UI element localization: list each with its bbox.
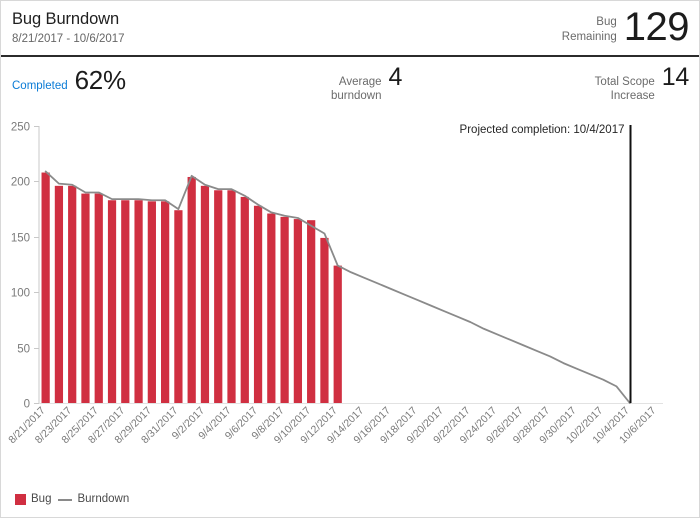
legend-swatch-icon xyxy=(15,493,26,505)
bug-remaining-metric: Bug Remaining 129 xyxy=(562,5,690,49)
bar[interactable] xyxy=(68,185,77,403)
bar[interactable] xyxy=(333,265,342,403)
legend-item-bug[interactable]: Bug xyxy=(15,493,51,505)
page-title: Bug Burndown xyxy=(12,10,120,28)
date-range-subtitle: 8/21/2017 - 10/6/2017 xyxy=(12,33,125,45)
bar[interactable] xyxy=(227,190,236,403)
chart-canvas: 0 50 100 150 200 250 Projected completion: 10/… xyxy=(6,122,663,447)
kpi-completed-label[interactable]: Completed xyxy=(12,79,75,93)
y-axis-tick-label: 0 xyxy=(24,399,30,411)
projected-completion-label: Projected completion: 10/4/2017 xyxy=(460,124,625,136)
y-axis-tick-label: 200 xyxy=(11,177,30,189)
bar[interactable] xyxy=(107,200,117,403)
x-axis-labels: 8/21/20178/23/20178/25/20178/27/20178/29… xyxy=(6,405,658,447)
chart-legend: Bug Burndown xyxy=(15,493,129,505)
bar[interactable] xyxy=(267,213,276,403)
bar[interactable] xyxy=(253,205,263,403)
bug-remaining-label-line1: Bug xyxy=(596,16,617,28)
y-axis: 0 50 100 150 200 250 xyxy=(11,122,40,411)
bar[interactable] xyxy=(280,216,289,403)
bar[interactable] xyxy=(187,176,196,403)
bar[interactable] xyxy=(320,237,329,403)
bar[interactable] xyxy=(174,210,183,403)
widget-header: Bug Burndown 8/21/2017 - 10/6/2017 Bug R… xyxy=(1,1,699,57)
legend-label-bug: Bug xyxy=(31,493,52,505)
bug-remaining-label: Bug Remaining xyxy=(562,9,624,45)
bar[interactable] xyxy=(94,193,103,403)
bar[interactable] xyxy=(240,196,249,403)
bar[interactable] xyxy=(147,201,156,403)
kpi-completed-value: 62% xyxy=(74,65,126,95)
bar[interactable] xyxy=(214,190,223,403)
kpi-total-scope-increase: Total Scope Increase 14 xyxy=(595,63,690,103)
bug-remaining-label-line2: Remaining xyxy=(561,31,617,43)
bar[interactable] xyxy=(54,185,64,403)
bar-series xyxy=(41,172,342,403)
kpi-average-burndown: Average burndown 4 xyxy=(331,64,402,103)
bar[interactable] xyxy=(41,172,50,403)
bug-remaining-value: 129 xyxy=(623,5,690,49)
legend-label-burndown: Burndown xyxy=(77,493,130,505)
legend-line-icon xyxy=(58,499,73,501)
y-axis-tick-label: 100 xyxy=(11,288,30,300)
kpi-total-scope-increase-label-line2: Increase xyxy=(610,90,655,102)
bar[interactable] xyxy=(200,185,210,403)
bar[interactable] xyxy=(161,201,170,403)
kpi-average-burndown-label-line2: burndown xyxy=(331,90,382,102)
kpi-total-scope-increase-value: 14 xyxy=(661,63,690,91)
bar[interactable] xyxy=(293,219,303,403)
y-axis-tick-label: 150 xyxy=(11,233,30,245)
bar[interactable] xyxy=(121,200,130,403)
kpi-average-burndown-label: Average burndown xyxy=(331,75,389,103)
bar[interactable] xyxy=(307,220,316,403)
bug-burndown-widget: Bug Burndown 8/21/2017 - 10/6/2017 Bug R… xyxy=(0,0,700,518)
y-axis-tick-label: 250 xyxy=(11,122,30,134)
kpi-average-burndown-value: 4 xyxy=(388,63,403,91)
bar[interactable] xyxy=(134,200,143,403)
burndown-chart: 0 50 100 150 200 250 Projected completion: 10/… xyxy=(1,105,699,517)
legend-item-burndown[interactable]: Burndown xyxy=(58,493,129,505)
kpi-strip: Completed 62% Average burndown 4 Total S… xyxy=(1,58,699,102)
y-axis-tick-label: 50 xyxy=(17,344,30,356)
kpi-completed: Completed 62% xyxy=(12,67,126,93)
kpi-average-burndown-label-line1: Average xyxy=(338,76,382,88)
kpi-total-scope-increase-label-line1: Total Scope xyxy=(594,76,655,88)
kpi-total-scope-increase-label: Total Scope Increase xyxy=(595,75,662,103)
bar[interactable] xyxy=(81,193,90,403)
